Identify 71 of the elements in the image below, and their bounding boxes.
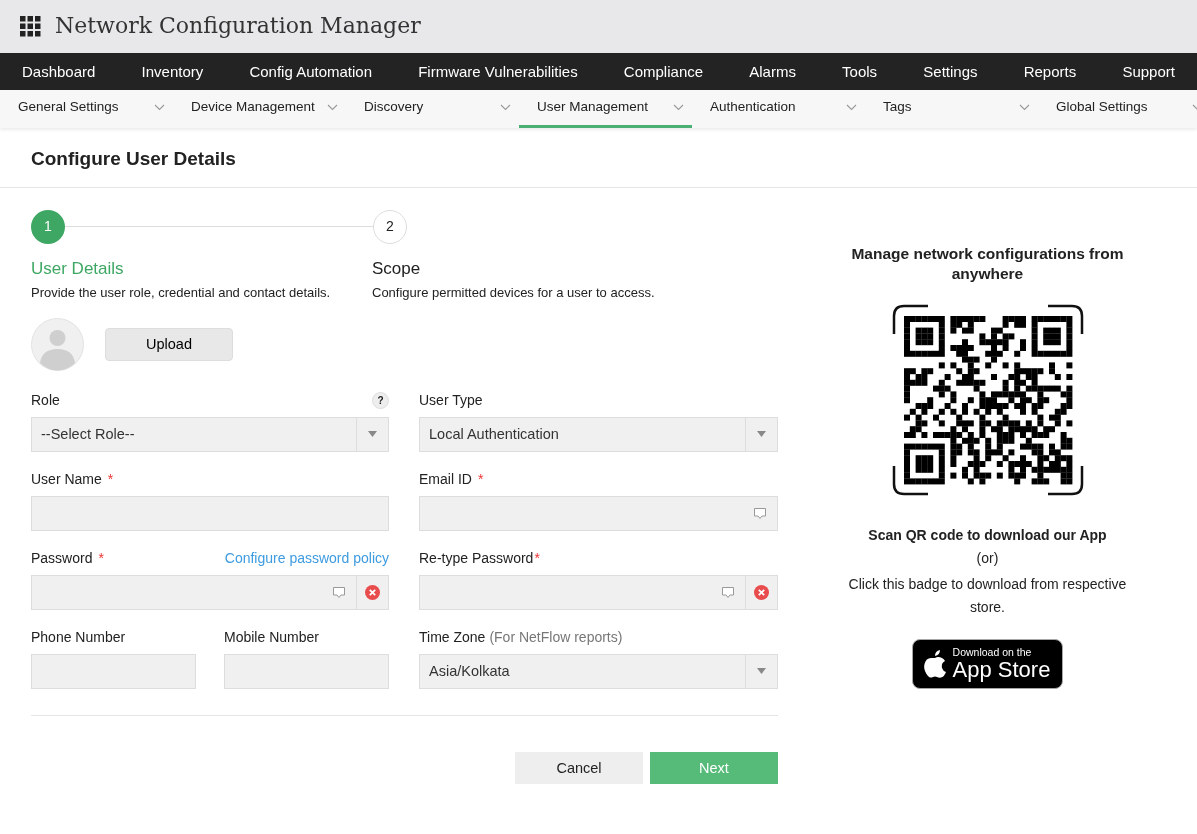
nav-item[interactable]: Inventory: [141, 61, 204, 82]
input-field[interactable]: [31, 574, 389, 610]
or-text: (or): [976, 549, 999, 569]
sub-nav-tab[interactable]: Global Settings: [1038, 90, 1197, 128]
field-label: Email ID: [419, 470, 472, 489]
nav-item[interactable]: Settings: [923, 61, 978, 82]
caret-down-icon: [757, 668, 766, 675]
required-mark: *: [107, 470, 114, 489]
required-mark: *: [534, 549, 540, 568]
field-label: Phone Number: [31, 628, 126, 647]
app-heading: Manage network configurations from anywhere: [850, 243, 1125, 284]
caret-down-icon: [368, 431, 377, 438]
step-number[interactable]: 2: [373, 209, 407, 244]
sub-nav-tab[interactable]: Authentication: [692, 90, 865, 128]
field-label: Role: [31, 391, 60, 410]
nav-item[interactable]: Compliance: [623, 61, 704, 82]
step-description: Configure permitted devices for a user to access.: [372, 283, 655, 302]
help-icon[interactable]: ?: [372, 392, 389, 410]
nav-item[interactable]: Firmware Vulnerabilities: [418, 61, 578, 82]
apps-grid-icon[interactable]: [20, 16, 41, 37]
chevron-down-icon: [154, 104, 165, 111]
sub-nav-tab[interactable]: Device Management: [173, 90, 346, 128]
step-title: User Details: [31, 257, 125, 280]
field-label: Password: [31, 549, 93, 568]
chevron-down-icon: [500, 104, 511, 111]
field-label: Re-type Password: [419, 549, 534, 568]
field-label: Mobile Number: [224, 628, 319, 647]
nav-item[interactable]: Alarms: [749, 61, 796, 82]
input-field[interactable]: [419, 574, 778, 610]
sub-nav-tab[interactable]: General Settings: [0, 90, 173, 128]
app-store-badge[interactable]: Download on the App Store: [911, 639, 1064, 689]
upload-button[interactable]: Upload: [105, 327, 233, 361]
cancel-button[interactable]: Cancel: [515, 751, 643, 784]
sub-nav-tab[interactable]: Tags: [865, 90, 1038, 128]
badge-instruction: Click this badge to download from respective store.: [847, 575, 1128, 617]
nav-item[interactable]: Tools: [842, 61, 878, 82]
app-title: Network Configuration Manager: [55, 12, 421, 41]
step-description: Provide the user role, credential and contact details.: [31, 283, 332, 302]
chevron-down-icon: [1019, 104, 1030, 111]
input-field[interactable]: [224, 653, 389, 689]
field-note: (For NetFlow reports): [489, 628, 623, 647]
page-title: Configure User Details: [0, 128, 1197, 188]
input-field[interactable]: [31, 653, 196, 689]
nav-item[interactable]: Reports: [1023, 61, 1077, 82]
field-label: Time Zone: [419, 628, 486, 647]
field-label: User Name: [31, 470, 102, 489]
clear-icon[interactable]: [754, 584, 769, 600]
input-field[interactable]: [419, 495, 778, 531]
avatar-icon: [31, 317, 84, 371]
clear-icon[interactable]: [365, 584, 380, 600]
nav-item[interactable]: Support: [1122, 61, 1175, 82]
nav-item[interactable]: Dashboard: [22, 61, 96, 82]
caret-down-icon: [757, 431, 766, 438]
required-mark: *: [477, 470, 484, 489]
badge-store-name: App Store: [952, 658, 1051, 681]
chevron-down-icon: [846, 104, 857, 111]
select-field[interactable]: Asia/Kolkata: [419, 653, 778, 689]
chevron-down-icon: [327, 104, 338, 111]
input-field[interactable]: [31, 495, 389, 531]
field-label: User Type: [419, 391, 483, 410]
sub-nav-tab[interactable]: User Management: [519, 90, 692, 128]
chevron-down-icon: [673, 104, 684, 111]
sub-nav-tab[interactable]: Discovery: [346, 90, 519, 128]
select-field[interactable]: --Select Role--: [31, 416, 389, 452]
badge-caption: Download on the: [952, 647, 1033, 658]
step-title: Scope: [372, 257, 422, 280]
nav-item[interactable]: Config Automation: [249, 61, 372, 82]
apple-icon: [922, 650, 947, 678]
select-field[interactable]: Local Authentication: [419, 416, 778, 452]
scan-instruction: Scan QR code to download our App: [868, 525, 1107, 545]
required-mark: *: [98, 549, 104, 568]
